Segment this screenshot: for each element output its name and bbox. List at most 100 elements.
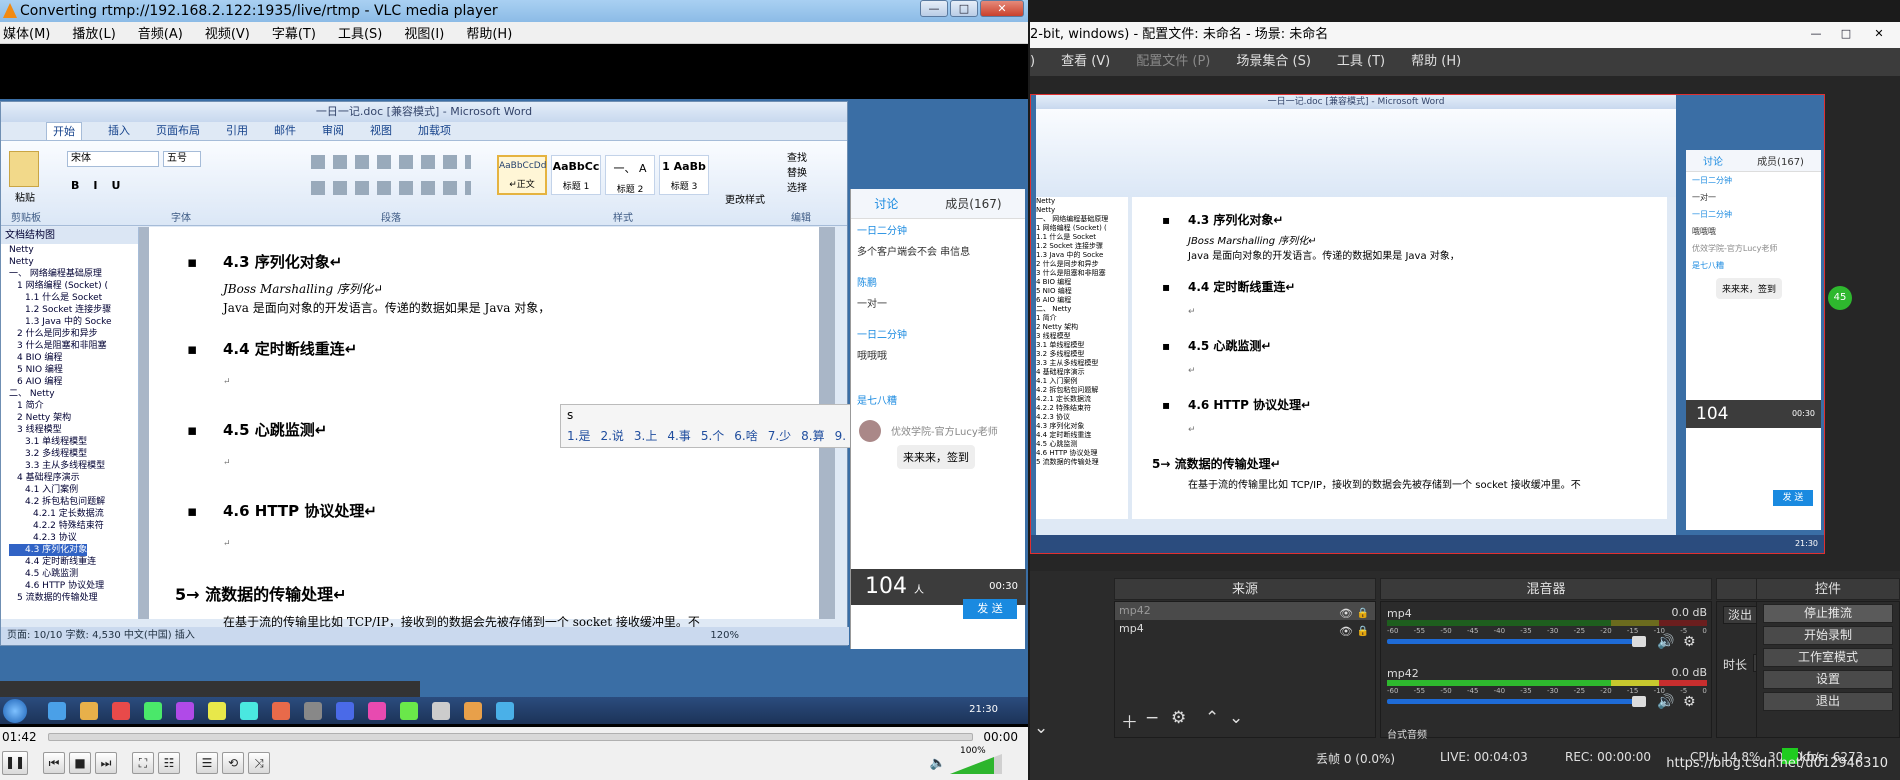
- stop-streaming-button[interactable]: 停止推流: [1763, 604, 1893, 623]
- document-map-item[interactable]: 一、 网络编程基础原理: [9, 268, 138, 280]
- change-styles-button[interactable]: 更改样式: [725, 191, 765, 206]
- obs-titlebar[interactable]: 2-bit, windows) - 配置文件: 未命名 - 场景: 未命名 — …: [1030, 22, 1900, 48]
- previous-button[interactable]: ⏮: [43, 752, 65, 774]
- style-heading-2[interactable]: 一、 A 标题 2: [605, 155, 655, 195]
- document-map-item[interactable]: 4.1 入门案例: [9, 484, 138, 496]
- taskbar-app-icon[interactable]: [112, 702, 130, 720]
- document-map-item[interactable]: 4.2 拆包粘包问题解: [9, 496, 138, 508]
- exit-button[interactable]: 退出: [1763, 692, 1893, 711]
- vlc-video-area[interactable]: 一日一记.doc [兼容模式] - Microsoft Word 开始 插入 页…: [0, 45, 1028, 727]
- volume-fader[interactable]: [1387, 699, 1642, 704]
- document-map-item[interactable]: 3.2 多线程模型: [9, 448, 138, 460]
- ime-candidate[interactable]: 4.事: [667, 425, 690, 447]
- playlist-button[interactable]: ☰: [196, 752, 218, 774]
- close-button[interactable]: ✕: [1862, 26, 1896, 43]
- document-map-item[interactable]: 4.2.3 协议: [9, 532, 138, 544]
- speaker-icon[interactable]: 🔈: [930, 756, 946, 771]
- format-buttons[interactable]: BIU: [71, 179, 134, 192]
- document-map-item[interactable]: 3.3 主从多线程模型: [9, 460, 138, 472]
- move-down-icon[interactable]: ⌄: [1229, 708, 1243, 728]
- source-item[interactable]: mp4 👁 🔒: [1115, 620, 1375, 638]
- speaker-icon[interactable]: 🔊: [1657, 694, 1674, 710]
- maximize-button[interactable]: □: [950, 0, 978, 17]
- volume-slider[interactable]: 100%: [950, 746, 1002, 774]
- maximize-button[interactable]: □: [1832, 26, 1860, 43]
- ime-candidate[interactable]: 3.上: [634, 425, 657, 447]
- start-recording-button[interactable]: 开始录制: [1763, 626, 1893, 645]
- document-map-item[interactable]: 4 BIO 编程: [9, 352, 138, 364]
- fullscreen-button[interactable]: ⛶: [132, 752, 154, 774]
- taskbar-app-icon[interactable]: [272, 702, 290, 720]
- taskbar-app-icon[interactable]: [464, 702, 482, 720]
- tab-references[interactable]: 引用: [226, 122, 248, 140]
- studio-mode-button[interactable]: 工作室模式: [1763, 648, 1893, 667]
- document-map-item[interactable]: 4.5 心跳监测: [9, 568, 138, 580]
- menu-help[interactable]: 帮助(H): [466, 23, 512, 42]
- fader-knob[interactable]: [1632, 696, 1646, 707]
- eye-icon[interactable]: 👁: [1339, 623, 1353, 641]
- menu-media[interactable]: 媒体(M): [3, 23, 50, 42]
- seek-slider[interactable]: [48, 733, 973, 741]
- taskbar-app-icon[interactable]: [336, 702, 354, 720]
- document-map-item[interactable]: 5 流数据的传输处理: [9, 592, 138, 604]
- shuffle-button[interactable]: ⤨: [248, 752, 270, 774]
- ime-candidate[interactable]: 2.说: [600, 425, 623, 447]
- move-up-icon[interactable]: ⌃: [1205, 708, 1219, 728]
- ime-candidate[interactable]: 8.算: [801, 425, 824, 447]
- fader-knob[interactable]: [1632, 636, 1646, 647]
- document-map-item[interactable]: 1.3 Java 中的 Socke: [9, 316, 138, 328]
- document-map-item[interactable]: 4 基础程序演示: [9, 472, 138, 484]
- menu-scene-collection[interactable]: 场景集合 (S): [1236, 48, 1311, 76]
- extended-settings-button[interactable]: ☷: [158, 752, 180, 774]
- paste-icon[interactable]: [9, 151, 39, 187]
- taskbar-app-icon[interactable]: [208, 702, 226, 720]
- document-map-item[interactable]: 2 什么是同步和异步: [9, 328, 138, 340]
- taskbar-app-icon[interactable]: [240, 702, 258, 720]
- menu-profile[interactable]: 配置文件 (P): [1136, 48, 1210, 76]
- gear-icon[interactable]: ⚙: [1683, 634, 1696, 650]
- menu-audio[interactable]: 音频(A): [138, 23, 183, 42]
- taskbar-app-icon[interactable]: [48, 702, 66, 720]
- gear-icon[interactable]: ⚙: [1171, 708, 1186, 728]
- document-map-item[interactable]: 4.3 序列化对象: [9, 544, 88, 556]
- document-map-item[interactable]: 1.1 什么是 Socket: [9, 292, 138, 304]
- document-map-item[interactable]: Netty: [9, 256, 138, 268]
- settings-button[interactable]: 设置: [1763, 670, 1893, 689]
- paragraph-buttons[interactable]: [311, 155, 471, 169]
- taskbar-app-icon[interactable]: [496, 702, 514, 720]
- taskbar-app-icon[interactable]: [176, 702, 194, 720]
- alignment-buttons[interactable]: [311, 181, 471, 195]
- document-map-item[interactable]: 3 线程模型: [9, 424, 138, 436]
- ime-candidate[interactable]: 9.: [835, 425, 846, 447]
- taskbar-app-icon[interactable]: [368, 702, 386, 720]
- font-size-select[interactable]: 五号: [163, 151, 201, 167]
- volume-fader[interactable]: [1387, 639, 1642, 644]
- add-icon[interactable]: ＋: [1121, 708, 1138, 733]
- remove-icon[interactable]: −: [1145, 708, 1159, 728]
- ime-candidate[interactable]: 1.是: [567, 425, 590, 447]
- source-item[interactable]: mp42 👁 🔒: [1115, 602, 1375, 620]
- ime-candidate[interactable]: 6.啥: [734, 425, 757, 447]
- document-map-item[interactable]: 二、 Netty: [9, 388, 138, 400]
- document-map-item[interactable]: 3 什么是阻塞和非阻塞: [9, 340, 138, 352]
- menu-subtitle[interactable]: 字幕(T): [272, 23, 316, 42]
- tab-addins[interactable]: 加载项: [418, 122, 451, 140]
- zoom-level[interactable]: 120%: [710, 627, 739, 645]
- document-map-item[interactable]: 4.6 HTTP 协议处理: [9, 580, 138, 592]
- tab-discuss[interactable]: 讨论: [874, 195, 898, 212]
- speaker-icon[interactable]: 🔊: [1657, 634, 1674, 650]
- document-map-item[interactable]: 1 网络编程 (Socket) (: [9, 280, 138, 292]
- menu-file-tail[interactable]: ): [1030, 48, 1035, 76]
- tab-home[interactable]: 开始: [46, 122, 82, 140]
- tab-members[interactable]: 成员(167): [945, 195, 1001, 212]
- select-button[interactable]: 选择: [787, 181, 807, 196]
- menu-view[interactable]: 查看 (V): [1061, 48, 1110, 76]
- tab-mailings[interactable]: 邮件: [274, 122, 296, 140]
- tab-view[interactable]: 视图: [370, 122, 392, 140]
- style-heading-3[interactable]: 1 AaBb 标题 3: [659, 155, 709, 195]
- document-map-item[interactable]: 4.2.2 特殊结束符: [9, 520, 138, 532]
- pause-button[interactable]: ❚❚: [2, 751, 28, 775]
- ime-candidate[interactable]: 7.少: [768, 425, 791, 447]
- vlc-titlebar[interactable]: Converting rtmp://192.168.2.122:1935/liv…: [0, 0, 1028, 22]
- menu-tools[interactable]: 工具 (T): [1337, 48, 1385, 76]
